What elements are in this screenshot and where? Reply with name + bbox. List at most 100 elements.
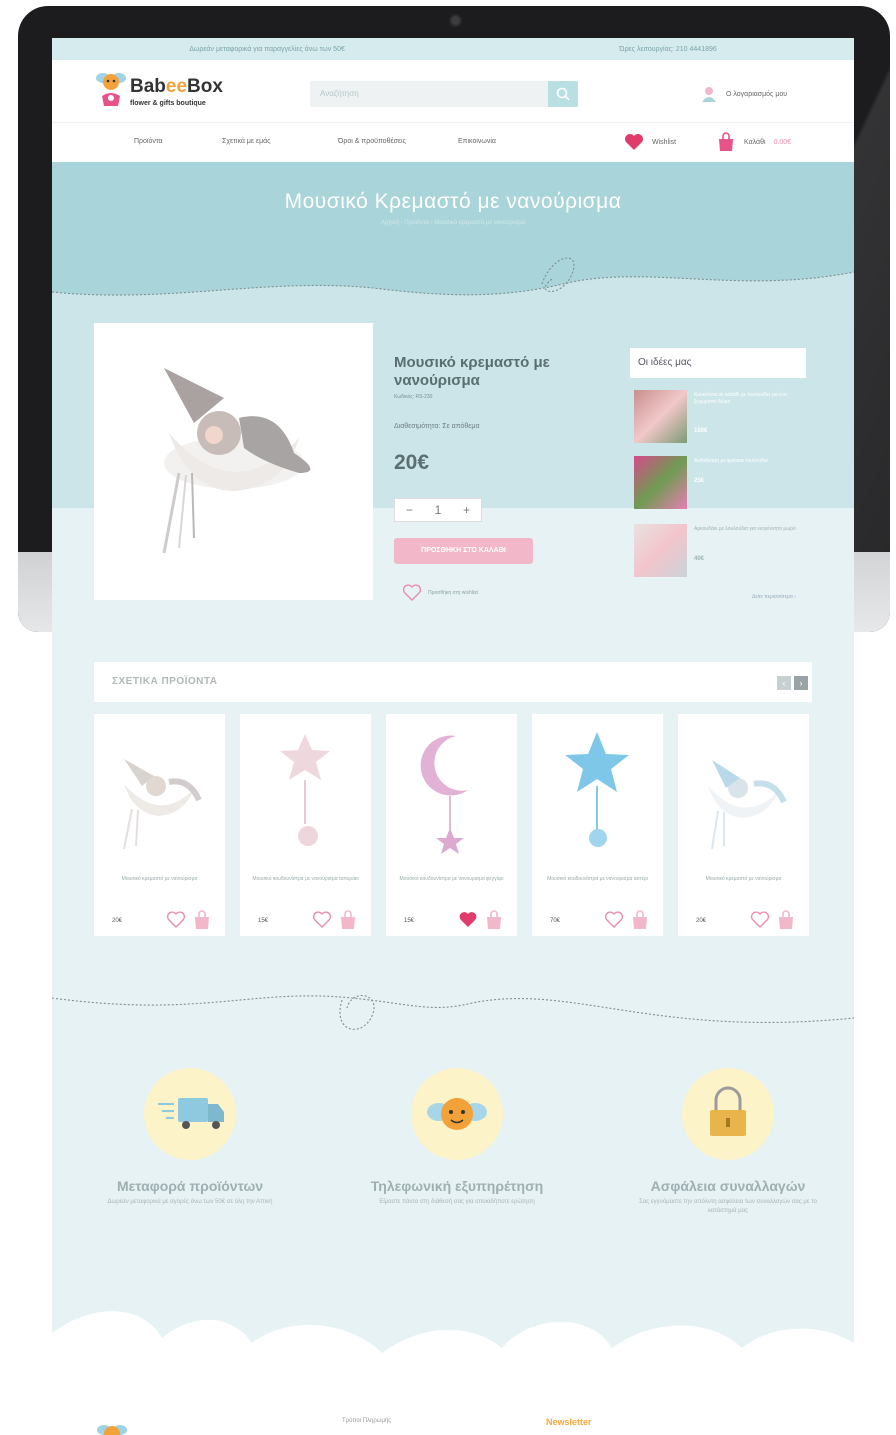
- account-label: Ο λογαριασμός μου: [726, 90, 788, 98]
- feature-secure-transactions: Ασφάλεια συναλλαγών Σας εγγυόμαστε την α…: [628, 1068, 828, 1216]
- idea-price: 150€: [694, 428, 708, 434]
- idea-price: 25€: [694, 478, 705, 484]
- feature-phone-support: Τηλεφωνική εξυπηρέτηση Είμαστε πάντα στη…: [357, 1068, 557, 1207]
- search-button[interactable]: [548, 81, 578, 107]
- product-image[interactable]: [94, 323, 373, 600]
- idea-item[interactable]: Ανθοδέσμη με φρέσκα λουλούδια 25€: [630, 456, 806, 514]
- nav-item-products[interactable]: Προϊόντα: [134, 138, 163, 145]
- webpage: Δωρεάν μεταφορικά για παραγγελίες άνω τω…: [52, 38, 854, 1435]
- product-card[interactable]: Μουσικό κρεμαστό με νανούρισμα 20€: [94, 714, 225, 936]
- feature-title: Μεταφορά προϊόντων: [116, 1178, 264, 1194]
- search-input[interactable]: Αναζήτηση: [310, 81, 578, 107]
- cart-link[interactable]: Καλάθι 0.00€: [716, 132, 791, 152]
- idea-item[interactable]: Αρκουδάκι με λουλούδια για νεογέννητο μω…: [630, 524, 806, 582]
- topbar-shipping-text: Δωρεάν μεταφορικά για παραγγελίες άνω τω…: [189, 45, 345, 53]
- idea-text: Ανθοδέσμη με φρέσκα λουλούδια: [694, 458, 768, 464]
- product-card[interactable]: Μουσικό κουδουνίστρα με νανούρισμα αστερ…: [240, 714, 371, 936]
- heart-filled-icon[interactable]: [458, 911, 478, 929]
- nav-item-contact[interactable]: Επικοινωνία: [458, 138, 496, 145]
- ideas-more-link[interactable]: Δείτε περισσότερα ›: [752, 594, 796, 600]
- features-wave-divider: [52, 994, 854, 1030]
- breadcrumb: Αρχική › Προϊόντα › Μουσικό κρεμαστό με …: [380, 220, 526, 226]
- user-icon: [702, 87, 716, 102]
- feature-circle: [682, 1068, 774, 1160]
- cart-bag-icon[interactable]: [776, 910, 796, 930]
- feature-shipping: Μεταφορά προϊόντων Δωρεάν μεταφορικά με …: [90, 1068, 290, 1207]
- product-card[interactable]: Μουσικό κουδουνίστρα με νανούρισμα αστέρ…: [532, 714, 663, 936]
- site-footer: Τρόποι Πληρωμής Newsletter: [52, 1388, 854, 1435]
- delivery-truck-icon: [158, 1098, 224, 1129]
- product-card-price: 15€: [404, 918, 415, 924]
- heart-outline-icon[interactable]: [604, 911, 624, 929]
- add-to-wishlist-link[interactable]: Προσθήκη στη wishlist: [402, 584, 478, 602]
- site-logo[interactable]: BabeeBox flower & gifts boutique: [94, 68, 254, 118]
- nav-item-about[interactable]: Σχετικά με εμάς: [222, 138, 271, 145]
- idea-text: Αρκουδάκι με λουλούδια για νεογέννητο μω…: [694, 526, 796, 532]
- bee-logo-icon: [96, 73, 126, 106]
- idea-thumbnail: [634, 524, 687, 577]
- cart-bag-icon: [719, 132, 733, 151]
- product-price: 20€: [394, 451, 430, 474]
- wishlist-link[interactable]: Wishlist: [624, 133, 676, 151]
- product-card-image: [708, 760, 787, 850]
- cart-bag-icon[interactable]: [630, 910, 650, 930]
- product-card-image: [565, 732, 629, 847]
- plush-moon-image: [162, 368, 311, 554]
- ideas-sidebar: Οι ιδέες μας Κουκλίτσα σε καλάθι με λουλ…: [630, 348, 806, 610]
- feature-desc: Σας εγγυόμαστε την απόλυτη ασφάλεια των …: [639, 1199, 817, 1214]
- product-card-price: 20€: [112, 918, 123, 924]
- feature-desc: Δωρεάν μεταφορικά με αγορές άνω των 50€ …: [107, 1199, 273, 1205]
- product-card-price: 70€: [550, 918, 561, 924]
- account-link[interactable]: Ο λογαριασμός μου: [702, 86, 787, 102]
- carousel-arrows: ‹ ›: [777, 676, 808, 690]
- idea-text: Κουκλίτσα σε καλάθι με λουλούδια για ένα…: [694, 392, 787, 405]
- product-card-name: Μουσικό κουδουνίστρα με νανούρισμα αστερ…: [252, 876, 359, 882]
- cart-bag-icon[interactable]: [192, 910, 212, 930]
- feature-title: Ασφάλεια συναλλαγών: [650, 1178, 806, 1194]
- cart-bag-icon[interactable]: [484, 910, 504, 930]
- idea-thumbnail: [634, 390, 687, 443]
- site-header: BabeeBox flower & gifts boutique Αναζήτη…: [52, 60, 854, 122]
- heart-outline-icon: [402, 584, 422, 601]
- product-card-price: 15€: [258, 918, 269, 924]
- logo-tagline: flower & gifts boutique: [130, 100, 206, 107]
- product-card[interactable]: Μουσικό κουδουνίστρα με νανούρισμα φεγγά…: [386, 714, 517, 936]
- padlock-icon: [710, 1086, 746, 1136]
- product-card-price: 20€: [696, 918, 707, 924]
- heart-outline-icon[interactable]: [166, 911, 186, 929]
- product-card-name: Μουσικό κρεμαστό με νανούρισμα: [705, 876, 782, 882]
- product-code: Κωδικός: RS-230: [394, 394, 433, 400]
- qty-plus-button[interactable]: +: [463, 503, 470, 517]
- product-card[interactable]: Μουσικό κρεμαστό με νανούρισμα 20€: [678, 714, 809, 936]
- add-to-cart-button[interactable]: ΠΡΟΣΘΗΚΗ ΣΤΟ ΚΑΛΑΘΙ: [394, 538, 533, 564]
- qty-minus-button[interactable]: −: [406, 503, 413, 517]
- product-availability: Διαθεσιμότητα: Σε απόθεμα: [394, 423, 480, 430]
- bee-support-icon: [427, 1098, 487, 1130]
- feature-circle: [411, 1068, 503, 1160]
- feature-circle: [144, 1068, 236, 1160]
- idea-thumbnail: [634, 456, 687, 509]
- idea-price: 40€: [694, 556, 705, 562]
- heart-icon: [625, 134, 643, 150]
- logo-wordmark: BabeeBox: [130, 76, 223, 97]
- cart-bag-icon[interactable]: [338, 910, 358, 930]
- product-title: Μουσικό κρεμαστό με νανούρισμα: [394, 354, 550, 389]
- feature-title: Τηλεφωνική εξυπηρέτηση: [370, 1178, 544, 1194]
- carousel-next-button[interactable]: ›: [794, 676, 808, 690]
- topbar-phone-text: Ώρες λειτουργίας: 210 4441896: [619, 45, 717, 53]
- quantity-stepper: − 1 +: [394, 498, 482, 522]
- related-title: ΣΧΕΤΙΚΑ ΠΡΟΪΟΝΤΑ: [112, 676, 218, 687]
- page-title: Μουσικό Κρεμαστό με νανούρισμα: [284, 190, 622, 213]
- camera-icon: [451, 16, 460, 25]
- footer-newsletter-heading: Newsletter: [546, 1417, 592, 1427]
- carousel-prev-button[interactable]: ‹: [777, 676, 791, 690]
- feature-desc: Είμαστε πάντα στη διάθεσή σας για οποιαδ…: [379, 1199, 535, 1205]
- heart-outline-icon[interactable]: [312, 911, 332, 929]
- qty-value-input[interactable]: 1: [435, 503, 442, 517]
- wishlist-label: Wishlist: [652, 138, 677, 146]
- main-nav: Προϊόντα Σχετικά με εμάς Όροι & προϋποθέ…: [52, 122, 854, 163]
- product-card-name: Μουσικό κρεμαστό με νανούρισμα: [121, 876, 198, 882]
- heart-outline-icon[interactable]: [750, 911, 770, 929]
- idea-item[interactable]: Κουκλίτσα σε καλάθι με λουλούδια για ένα…: [630, 390, 806, 448]
- nav-item-terms[interactable]: Όροι & προϋποθέσεις: [338, 138, 406, 145]
